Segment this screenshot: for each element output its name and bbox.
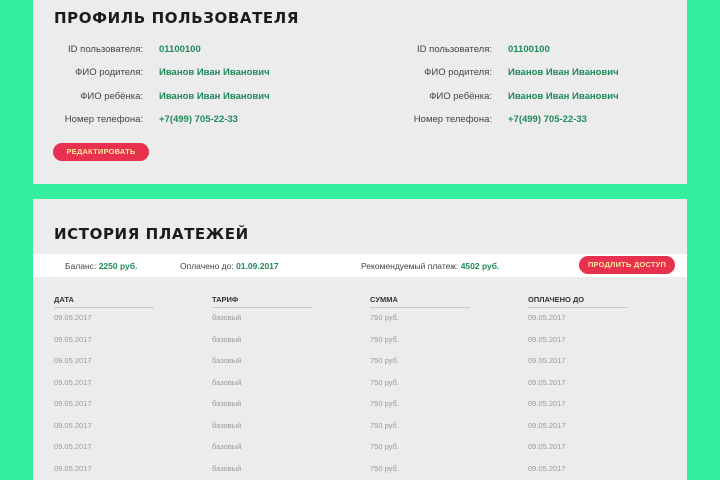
profile-row-child-name: ФИО ребёнка: Иванов Иван Иванович [33,91,283,114]
column-header-paid-until: ОПЛАЧЕНО ДО [528,295,628,308]
cell-paid-until: 09.05.2017 [528,313,566,322]
cell-paid-until: 09.05.2017 [528,463,566,473]
profile-row-child-name: ФИО ребёнка: Иванов Иван Иванович [382,91,632,114]
table-row: 09.05.2017 базовый 750 руб. 09.05.2017 [54,331,674,353]
cell-tariff: базовый [212,356,242,365]
cell-amount: 750 руб. [370,463,399,473]
profile-column-left: ID пользователя: 01100100 ФИО родителя: … [33,44,283,138]
cell-date: 09.05.2017 [54,313,92,322]
table-row: 09.05.2017 базовый 750 руб. 09.05.2017 [54,374,674,396]
balance-summary: Баланс: 2250 руб. [65,261,137,271]
profile-value: +7(499) 705-22-33 [508,114,587,126]
profile-label: ФИО ребёнка: [429,90,492,102]
cell-tariff: базовый [212,377,242,387]
profile-label: ID пользователя: [68,44,143,55]
cell-paid-until: 09.05.2017 [528,399,566,408]
profile-row-parent-name: ФИО родителя: Иванов Иван Иванович [382,67,632,90]
profile-title: ПРОФИЛЬ ПОЛЬЗОВАТЕЛЯ [54,9,299,27]
profile-label: Номер телефона: [413,114,492,126]
cell-tariff: базовый [212,442,242,451]
cell-amount: 750 руб. [370,313,399,322]
cell-date: 09.05.2017 [54,334,92,344]
profile-row-parent-name: ФИО родителя: Иванов Иван Иванович [33,67,283,90]
profile-card: ПРОФИЛЬ ПОЛЬЗОВАТЕЛЯ ID пользователя: 01… [33,0,687,184]
balance-label: Баланс: [65,261,97,271]
edit-profile-button[interactable]: РЕДАКТИРОВАТЬ [53,143,149,161]
cell-paid-until: 09.05.2017 [528,420,566,430]
cell-amount: 750 руб. [370,356,399,365]
payment-summary-bar: Баланс: 2250 руб. Оплачено до: 01.09.201… [33,254,687,277]
cell-date: 09.05.2017 [54,399,92,408]
profile-value: 01100100 [508,44,550,55]
payments-table: ДАТА ТАРИФ СУММА ОПЛАЧЕНО ДО 09.05.2017 б… [54,295,674,480]
recommended-payment-value: 4502 руб. [460,261,500,271]
cell-amount: 750 руб. [370,420,399,430]
cell-amount: 750 руб. [370,399,399,408]
profile-value: Иванов Иван Иванович [159,90,270,102]
cell-amount: 750 руб. [370,377,399,387]
paid-until-summary: Оплачено до: 01.09.2017 [180,261,279,271]
profile-value: Иванов Иван Иванович [508,67,619,79]
cell-amount: 750 руб. [370,334,399,344]
column-header-tariff: ТАРИФ [212,295,312,308]
profile-label: ФИО родителя: [424,67,492,79]
profile-value: Иванов Иван Иванович [159,67,270,79]
balance-value: 2250 руб. [98,261,138,271]
cell-paid-until: 09.05.2017 [528,356,566,365]
table-row: 09.05.2017 базовый 750 руб. 09.05.2017 [54,395,674,417]
cell-date: 09.05.2017 [54,442,92,451]
recommended-payment-label: Рекомендуемый платеж: [361,261,459,271]
cell-date: 09.05.2017 [54,463,92,473]
profile-label: ФИО ребёнка: [80,90,143,102]
profile-row-user-id: ID пользователя: 01100100 [33,44,283,67]
profile-column-right: ID пользователя: 01100100 ФИО родителя: … [382,44,632,138]
column-header-date: ДАТА [54,295,154,308]
extend-access-button[interactable]: ПРОДЛИТЬ ДОСТУП [579,256,675,274]
profile-value: +7(499) 705-22-33 [159,114,238,126]
cell-date: 09.05.2017 [54,377,92,387]
cell-paid-until: 09.05.2017 [528,442,566,451]
profile-value: Иванов Иван Иванович [508,90,619,102]
cell-tariff: базовый [212,420,242,430]
payments-title: ИСТОРИЯ ПЛАТЕЖЕЙ [54,225,249,243]
profile-row-phone: Номер телефона: +7(499) 705-22-33 [382,114,632,137]
table-row: 09.05.2017 базовый 750 руб. 09.05.2017 [54,460,674,480]
table-header-row: ДАТА ТАРИФ СУММА ОПЛАЧЕНО ДО [54,295,674,309]
recommended-payment-summary: Рекомендуемый платеж: 4502 руб. [361,261,499,271]
cell-tariff: базовый [212,313,242,322]
cell-paid-until: 09.05.2017 [528,377,566,387]
table-row: 09.05.2017 базовый 750 руб. 09.05.2017 [54,352,674,374]
paid-until-label: Оплачено до: [180,261,234,271]
cell-tariff: базовый [212,399,242,408]
table-row: 09.05.2017 базовый 750 руб. 09.05.2017 [54,309,674,331]
profile-label: Номер телефона: [64,114,143,126]
profile-value: 01100100 [159,44,201,55]
table-row: 09.05.2017 базовый 750 руб. 09.05.2017 [54,417,674,439]
cell-tariff: базовый [212,334,242,344]
cell-date: 09.05.2017 [54,356,92,365]
paid-until-value: 01.09.2017 [236,261,279,271]
profile-label: ФИО родителя: [75,67,143,79]
table-row: 09.05.2017 базовый 750 руб. 09.05.2017 [54,438,674,460]
column-header-amount: СУММА [370,295,470,308]
cell-tariff: базовый [212,463,242,473]
profile-row-user-id: ID пользователя: 01100100 [382,44,632,67]
cell-amount: 750 руб. [370,442,399,451]
payments-card: ИСТОРИЯ ПЛАТЕЖЕЙ Баланс: 2250 руб. Оплач… [33,199,687,480]
profile-label: ID пользователя: [417,44,492,55]
cell-date: 09.05.2017 [54,420,92,430]
table-body: 09.05.2017 базовый 750 руб. 09.05.2017 09.05… [54,309,674,480]
profile-row-phone: Номер телефона: +7(499) 705-22-33 [33,114,283,137]
cell-paid-until: 09.05.2017 [528,334,566,344]
